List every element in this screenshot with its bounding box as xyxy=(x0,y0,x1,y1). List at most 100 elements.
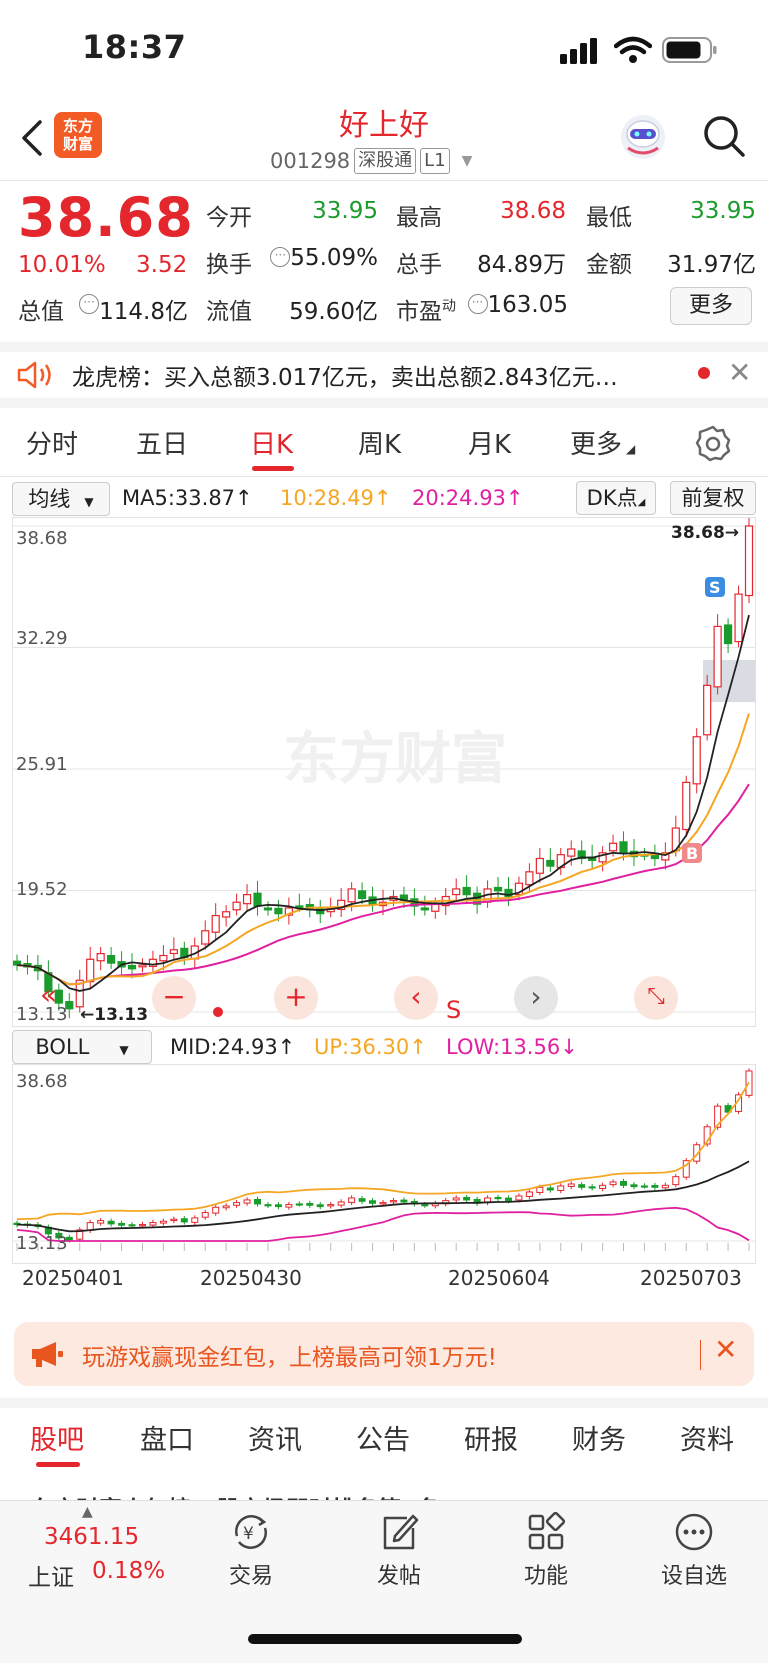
boll-svg[interactable]: 38.68 13.13 xyxy=(13,1065,755,1263)
candle-body xyxy=(357,890,367,900)
boll-candle-body xyxy=(97,1220,105,1224)
ma-select[interactable]: 均线 ▼ xyxy=(12,482,110,516)
index-value[interactable]: 3461.15 xyxy=(44,1524,139,1550)
close-icon[interactable]: ✕ xyxy=(728,356,751,389)
assistant-robot-icon[interactable] xyxy=(618,112,668,162)
boll-candle-body xyxy=(327,1204,335,1207)
stock-code: 001298 xyxy=(270,149,351,173)
boll-candle-body xyxy=(180,1218,188,1223)
scroll-right-button[interactable]: › xyxy=(514,976,558,1020)
caret-down-icon: ▼ xyxy=(84,495,94,509)
x-tick: 20250430 xyxy=(200,1266,302,1290)
candle-body xyxy=(692,736,701,785)
tab-announcements[interactable]: 公告 xyxy=(356,1418,410,1457)
nav-trade[interactable]: 交易 xyxy=(201,1558,301,1590)
nav-function[interactable]: 功能 xyxy=(496,1558,596,1590)
tab-more[interactable]: 更多 ◢ xyxy=(570,424,635,461)
tab-guba[interactable]: 股吧 xyxy=(30,1418,84,1457)
ma10-value: 10:28.49↑ xyxy=(280,486,392,510)
boll-candle-body xyxy=(285,1204,293,1208)
info-icon[interactable]: ··· xyxy=(467,294,488,314)
boll-candle-body xyxy=(463,1196,471,1201)
scroll-left-fast-icon[interactable]: « xyxy=(40,978,57,1011)
high-label: 最高 xyxy=(396,205,442,231)
scroll-left-button[interactable]: ‹ xyxy=(394,976,438,1020)
expand-up-icon[interactable]: ▲ xyxy=(82,1504,93,1520)
dk-point-button[interactable]: DK点◢ xyxy=(576,481,656,515)
boll-candle-body xyxy=(389,1200,397,1203)
candle-body xyxy=(525,871,534,886)
gear-icon[interactable] xyxy=(694,424,732,462)
search-icon[interactable] xyxy=(700,112,748,160)
tab-finance[interactable]: 财务 xyxy=(572,1418,626,1457)
boll-candle-body xyxy=(672,1176,680,1186)
boll-chart[interactable]: 38.68 13.13 xyxy=(12,1064,756,1264)
amount-label: 金额 xyxy=(586,252,632,278)
tab-intraday[interactable]: 分时 xyxy=(26,424,78,461)
more-button[interactable]: 更多 xyxy=(670,287,752,325)
more-dots-icon[interactable] xyxy=(672,1510,716,1554)
candle-body xyxy=(619,841,628,854)
banner-separator xyxy=(700,1340,701,1370)
function-grid-icon[interactable] xyxy=(524,1510,568,1554)
tab-weekly-k[interactable]: 周K xyxy=(358,424,401,461)
volume-label: 总手 xyxy=(396,252,442,278)
mktcap-value[interactable]: ··· 114.8亿 xyxy=(70,292,188,326)
game-banner-text[interactable]: 玩游戏赢现金红包，上榜最高可领1万元! xyxy=(82,1338,497,1372)
trade-icon[interactable]: ¥ xyxy=(229,1510,273,1554)
candle-body xyxy=(159,954,168,962)
info-icon[interactable]: ··· xyxy=(79,294,100,314)
turnover-label: 换手 xyxy=(206,252,252,278)
low-label: 最低 xyxy=(586,205,632,231)
tab-daily-k[interactable]: 日K xyxy=(250,424,293,461)
tab-research[interactable]: 研报 xyxy=(464,1418,518,1457)
info-icon[interactable]: ··· xyxy=(270,247,291,267)
change-amount: 3.52 xyxy=(136,252,188,278)
tab-pankou[interactable]: 盘口 xyxy=(140,1418,194,1457)
boll-candle-body xyxy=(546,1187,554,1191)
tab-profile[interactable]: 资料 xyxy=(680,1418,734,1457)
chevron-down-icon[interactable]: ▼ xyxy=(462,153,473,169)
close-icon[interactable]: ✕ xyxy=(714,1333,737,1366)
status-time: 18:37 xyxy=(82,28,187,66)
turnover-value[interactable]: ··· 55.09% xyxy=(262,245,378,271)
tabs-divider xyxy=(0,476,768,477)
candle-body xyxy=(493,886,503,892)
boll-candle-body xyxy=(379,1202,387,1205)
tab-five-day[interactable]: 五日 xyxy=(136,424,188,461)
boll-low-line xyxy=(16,1206,750,1242)
sell-signal-marker[interactable]: S xyxy=(705,577,725,597)
boll-candle-body xyxy=(630,1184,638,1188)
svg-text:B: B xyxy=(686,844,698,863)
nav-post[interactable]: 发帖 xyxy=(349,1558,449,1590)
stock-code-line[interactable]: 001298 深股通 L1 ▼ xyxy=(270,146,472,176)
boll-candle-body xyxy=(578,1184,586,1188)
adjust-button[interactable]: 前复权 xyxy=(670,481,756,515)
tab-news[interactable]: 资讯 xyxy=(248,1418,302,1457)
boll-candle-body xyxy=(118,1222,126,1226)
notice-text[interactable]: 龙虎榜：买入总额3.017亿元，卖出总额2.843亿元… xyxy=(72,358,682,392)
candle-body xyxy=(608,842,618,852)
zoom-in-button[interactable]: + xyxy=(274,976,318,1020)
edit-post-icon[interactable] xyxy=(377,1510,421,1554)
pe-value[interactable]: ··· 163.05 xyxy=(464,292,568,318)
boll-y-tick: 13.13 xyxy=(16,1233,68,1254)
tab-active-indicator xyxy=(252,466,294,471)
kline-svg[interactable]: 东方财富 38.68 32.29 25.91 19.52 13.13 38.68… xyxy=(12,515,755,1026)
nav-watchlist[interactable]: 设自选 xyxy=(644,1558,744,1590)
candle-body xyxy=(420,907,429,911)
boll-candle-body xyxy=(599,1184,607,1189)
position-dot xyxy=(213,1007,223,1017)
boll-candle-body xyxy=(295,1203,303,1206)
kline-chart[interactable]: 东方财富 38.68 32.29 25.91 19.52 13.13 38.68… xyxy=(12,515,756,1027)
zoom-out-button[interactable]: − xyxy=(152,976,196,1020)
candle-body xyxy=(546,859,555,867)
tab-monthly-k[interactable]: 月K xyxy=(468,424,511,461)
wifi-icon xyxy=(614,36,652,63)
boll-select[interactable]: BOLL ▼ xyxy=(12,1030,152,1064)
candle-body xyxy=(263,907,273,911)
candle-body xyxy=(567,848,576,857)
fullscreen-icon[interactable]: ⤡ xyxy=(634,976,678,1020)
buy-signal-marker[interactable]: B xyxy=(682,843,702,863)
boll-candle-body xyxy=(348,1197,356,1203)
